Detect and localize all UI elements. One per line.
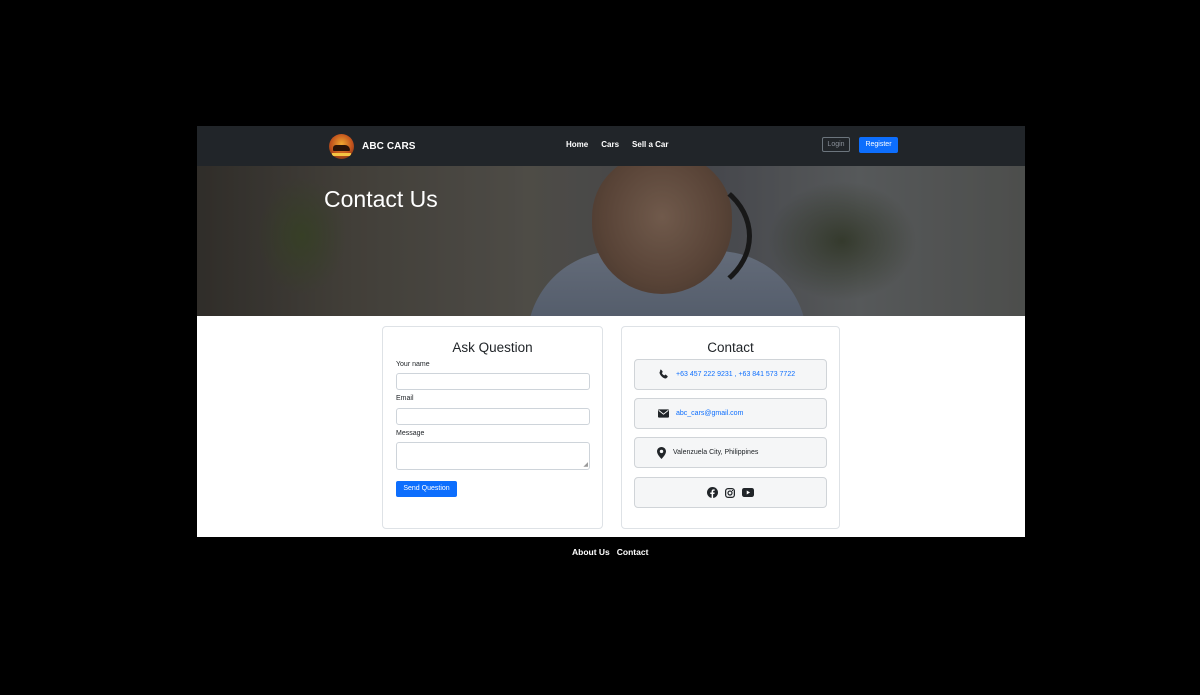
phone-box: +63 457 222 9231 , +63 841 573 7722 <box>634 359 827 390</box>
phone-numbers[interactable]: +63 457 222 9231 , +63 841 573 7722 <box>676 371 795 378</box>
facebook-icon[interactable] <box>707 487 718 498</box>
email-input[interactable] <box>396 408 590 425</box>
ask-question-card: Ask Question Your name Email Message ◢ S… <box>382 326 603 529</box>
brand-name: ABC CARS <box>362 141 416 152</box>
nav-link-cars[interactable]: Cars <box>601 140 619 149</box>
message-textarea[interactable]: ◢ <box>396 442 590 470</box>
brand[interactable]: ABC CARS <box>329 134 416 159</box>
resize-grip-icon[interactable]: ◢ <box>583 462 588 468</box>
message-label: Message <box>396 430 425 437</box>
phone-icon <box>659 369 668 379</box>
footer-link-about-us[interactable]: About Us <box>572 547 610 557</box>
envelope-icon <box>658 409 669 418</box>
navbar: ABC CARS Home Cars Sell a Car Login Regi… <box>197 126 1025 166</box>
brand-logo <box>329 134 354 159</box>
footer-link-contact[interactable]: Contact <box>617 547 649 557</box>
location-box: Valenzuela City, Philippines <box>634 437 827 468</box>
contact-card: Contact +63 457 222 9231 , +63 841 573 7… <box>621 326 840 529</box>
logo-car-shape <box>333 145 350 151</box>
login-button[interactable]: Login <box>822 137 850 152</box>
send-question-button[interactable]: Send Question <box>396 481 457 497</box>
footer-links: About Us Contact <box>572 547 648 557</box>
your-name-label: Your name <box>396 361 430 368</box>
ask-question-title: Ask Question <box>452 340 533 355</box>
email-link[interactable]: abc_cars@gmail.com <box>676 410 743 417</box>
logo-strip <box>332 153 351 156</box>
your-name-input[interactable] <box>396 373 590 390</box>
youtube-icon[interactable] <box>742 488 754 497</box>
social-box <box>634 477 827 508</box>
nav-link-home[interactable]: Home <box>566 140 588 149</box>
nav-link-sell-a-car[interactable]: Sell a Car <box>632 140 668 149</box>
hero-title: Contact Us <box>324 186 438 212</box>
map-pin-icon <box>657 446 666 459</box>
register-button[interactable]: Register <box>859 137 898 153</box>
instagram-icon[interactable] <box>725 487 735 498</box>
hero-overlay <box>197 166 1025 316</box>
location-text: Valenzuela City, Philippines <box>673 449 759 456</box>
hero-banner: Contact Us <box>197 166 1025 316</box>
nav-links: Home Cars Sell a Car <box>566 140 669 149</box>
email-box: abc_cars@gmail.com <box>634 398 827 429</box>
page-frame: ABC CARS Home Cars Sell a Car Login Regi… <box>197 126 1025 537</box>
email-label: Email <box>396 395 414 402</box>
contact-title: Contact <box>707 340 754 355</box>
